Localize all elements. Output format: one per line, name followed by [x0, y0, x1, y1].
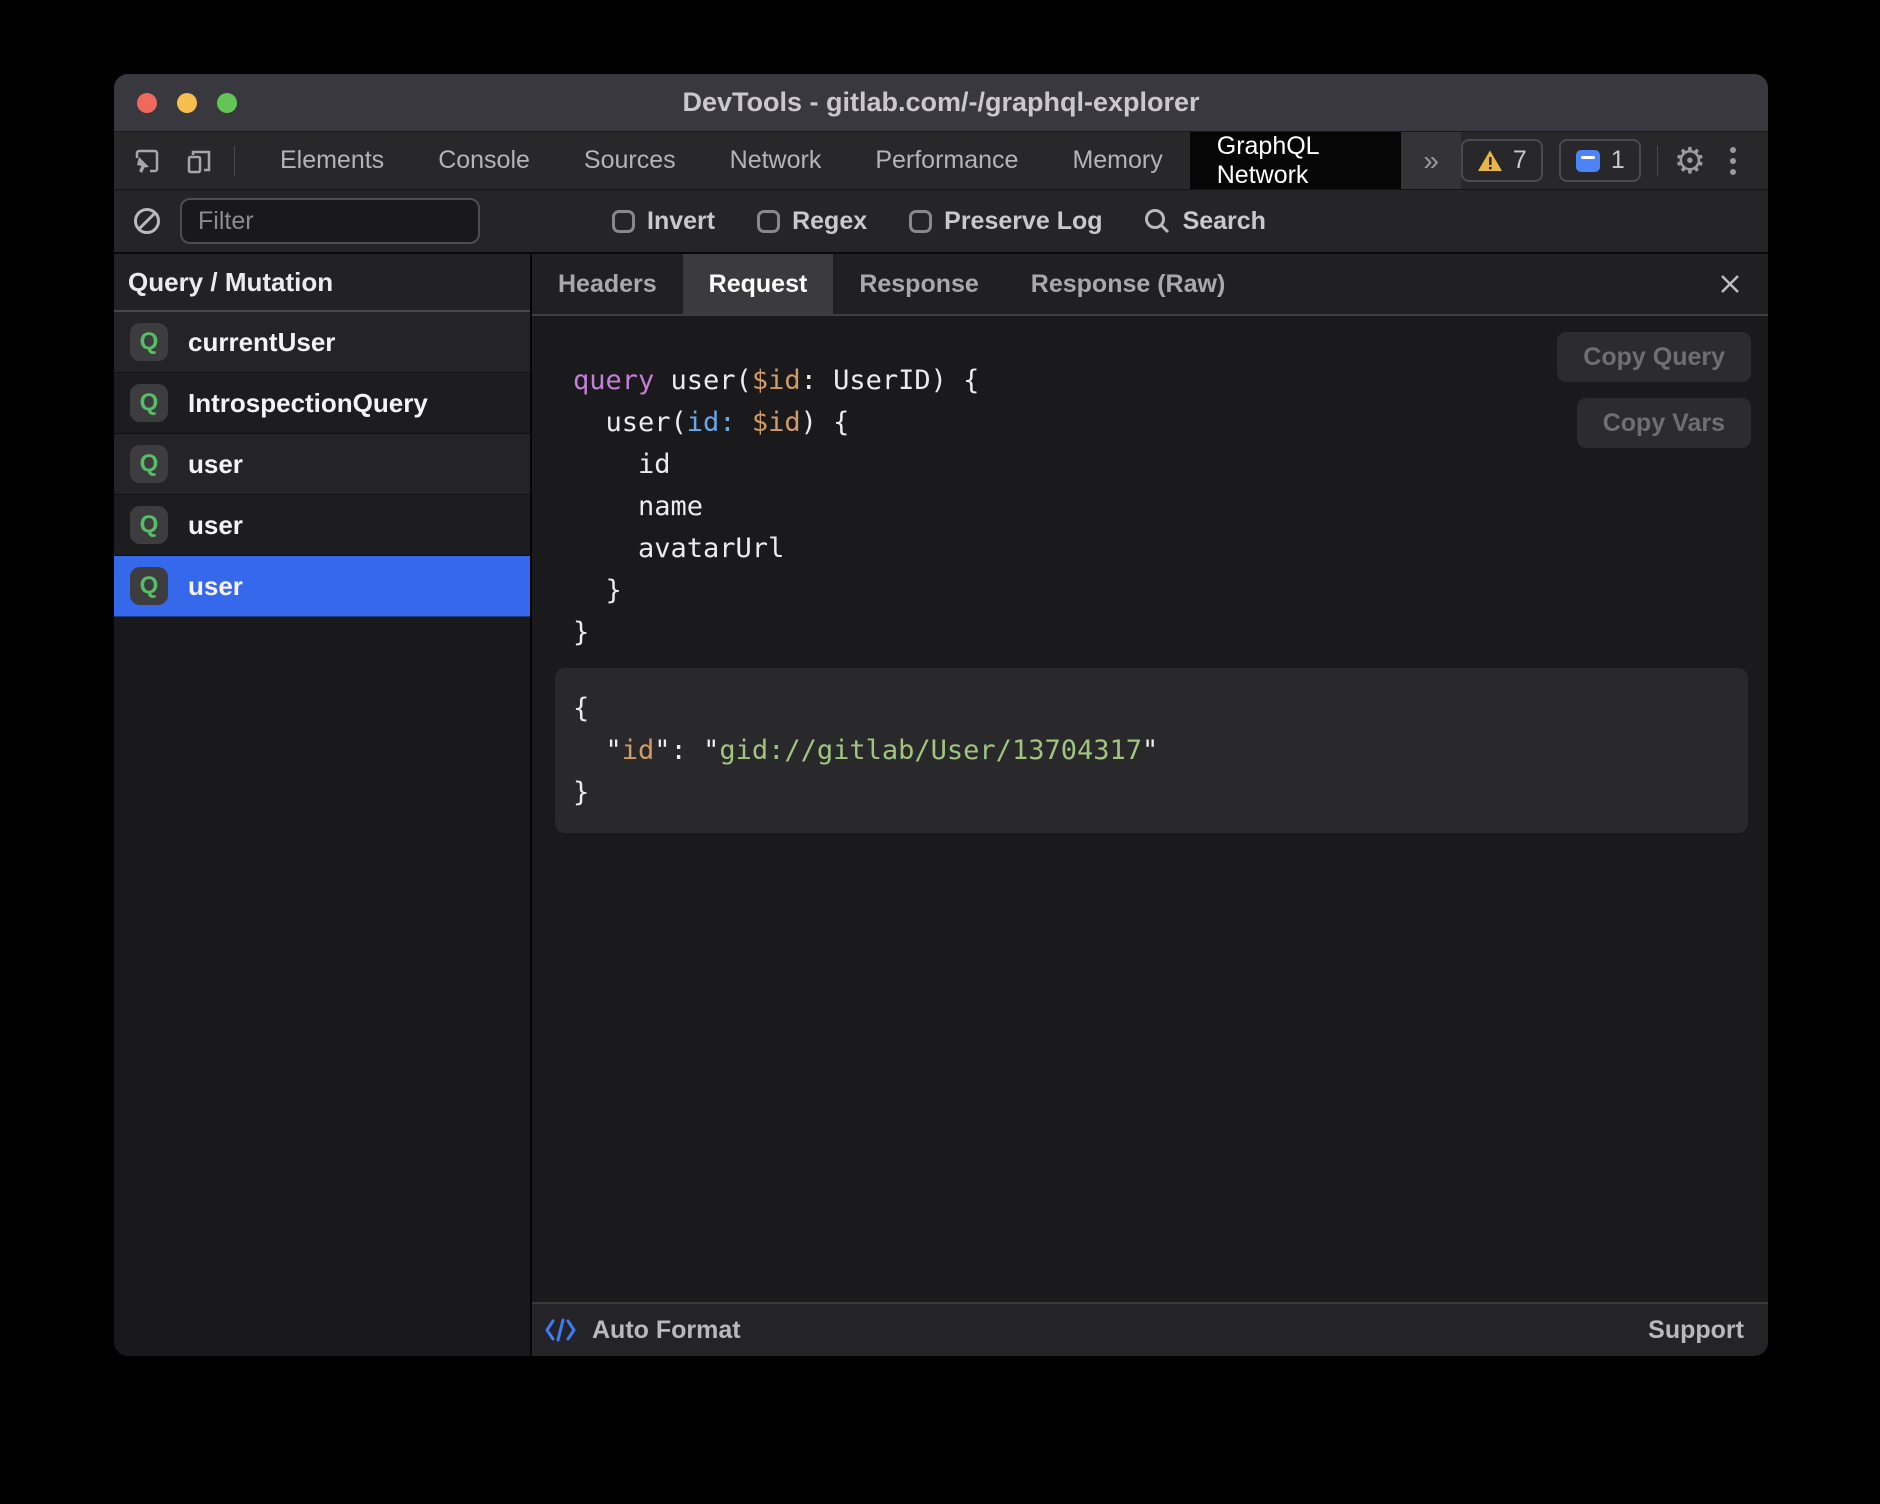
- issues-count: 1: [1611, 146, 1625, 175]
- close-icon: [1718, 272, 1742, 296]
- query-name-label: currentUser: [188, 327, 335, 358]
- preserve-log-checkbox-group[interactable]: Preserve Log: [909, 207, 1102, 236]
- regex-checkbox-group[interactable]: Regex: [757, 207, 867, 236]
- tab-sources[interactable]: Sources: [557, 132, 703, 189]
- query-sidebar: Query / Mutation QcurrentUserQIntrospect…: [114, 254, 532, 1356]
- query-type-badge: Q: [130, 384, 168, 422]
- screen-background: DevTools - gitlab.com/-/graphql-explorer: [0, 0, 1880, 1504]
- inspect-cursor-icon: [131, 145, 163, 177]
- device-toolbar-button[interactable]: [178, 140, 220, 182]
- code-line: }: [573, 772, 1748, 814]
- close-panel-button[interactable]: [1718, 254, 1768, 314]
- settings-gear-button[interactable]: ⚙: [1674, 143, 1706, 179]
- regex-label: Regex: [792, 207, 867, 236]
- console-warnings-badge[interactable]: 7: [1461, 139, 1543, 182]
- query-type-badge: Q: [130, 445, 168, 483]
- warning-count: 7: [1513, 146, 1527, 175]
- tab-response-raw[interactable]: Response (Raw): [1005, 254, 1251, 314]
- more-tabs-button[interactable]: »: [1401, 132, 1461, 189]
- copy-buttons: Copy Query Copy Vars: [1557, 332, 1751, 448]
- block-clear-icon: [132, 206, 162, 236]
- invert-checkbox-group[interactable]: Invert: [612, 207, 715, 236]
- panel-tab-bar: Headers Request Response Response (Raw): [532, 254, 1768, 316]
- request-body: query user($id: UserID) { user(id: $id) …: [532, 316, 1768, 1302]
- query-name-label: user: [188, 571, 243, 602]
- code-line: id: [573, 444, 1768, 486]
- issues-badge[interactable]: 1: [1559, 139, 1641, 182]
- warning-icon: [1477, 149, 1503, 173]
- clear-requests-button[interactable]: [126, 200, 168, 242]
- query-name-label: user: [188, 510, 243, 541]
- devtools-tabs: Elements Console Sources Network Perform…: [253, 132, 1461, 189]
- query-list: QcurrentUserQIntrospectionQueryQuserQuse…: [114, 312, 530, 617]
- tab-memory[interactable]: Memory: [1045, 132, 1189, 189]
- inspect-element-button[interactable]: [126, 140, 168, 182]
- query-list-item[interactable]: QcurrentUser: [114, 312, 530, 373]
- tab-request[interactable]: Request: [683, 254, 834, 314]
- network-filter-bar: Invert Regex Preserve Log Search: [114, 190, 1768, 254]
- preserve-log-checkbox[interactable]: [909, 210, 932, 233]
- devtools-toolbar: Elements Console Sources Network Perform…: [114, 132, 1768, 190]
- search-icon: [1143, 207, 1171, 235]
- query-type-badge: Q: [130, 323, 168, 361]
- copy-query-button[interactable]: Copy Query: [1557, 332, 1751, 382]
- preserve-log-label: Preserve Log: [944, 207, 1102, 236]
- auto-format-label: Auto Format: [592, 1316, 741, 1345]
- window-title: DevTools - gitlab.com/-/graphql-explorer: [114, 87, 1768, 118]
- query-list-item[interactable]: Quser: [114, 434, 530, 495]
- toolbar-right-controls: 7 1 ⚙: [1461, 132, 1768, 189]
- panel-footer: Auto Format Support: [532, 1302, 1768, 1356]
- tab-elements[interactable]: Elements: [253, 132, 411, 189]
- query-list-item[interactable]: Q IntrospectionQuery: [114, 373, 530, 434]
- copy-vars-button[interactable]: Copy Vars: [1577, 398, 1751, 448]
- tab-performance[interactable]: Performance: [848, 132, 1045, 189]
- main-split: Query / Mutation QcurrentUserQIntrospect…: [114, 254, 1768, 1356]
- code-line: "id": "gid://gitlab/User/13704317": [573, 730, 1748, 772]
- support-link[interactable]: Support: [1648, 1316, 1744, 1345]
- query-list-item[interactable]: Quser: [114, 495, 530, 556]
- overflow-menu-button[interactable]: [1722, 143, 1744, 179]
- tab-response[interactable]: Response: [833, 254, 1004, 314]
- query-name-label: user: [188, 449, 243, 480]
- tab-console[interactable]: Console: [411, 132, 557, 189]
- tab-graphql-network[interactable]: GraphQL Network: [1190, 132, 1402, 189]
- code-line: avatarUrl: [573, 528, 1768, 570]
- code-line: {: [573, 688, 1748, 730]
- invert-label: Invert: [647, 207, 715, 236]
- search-label: Search: [1183, 207, 1266, 236]
- query-name-label: IntrospectionQuery: [188, 388, 428, 419]
- toolbar-icon-group: [114, 132, 234, 189]
- filter-input[interactable]: [180, 198, 480, 244]
- code-brackets-icon: [544, 1317, 578, 1343]
- titlebar: DevTools - gitlab.com/-/graphql-explorer: [114, 74, 1768, 132]
- regex-checkbox[interactable]: [757, 210, 780, 233]
- request-panel: Headers Request Response Response (Raw) …: [532, 254, 1768, 1356]
- query-type-badge: Q: [130, 506, 168, 544]
- device-toggle-icon: [183, 145, 215, 177]
- devtools-window: DevTools - gitlab.com/-/graphql-explorer: [114, 74, 1768, 1356]
- query-type-badge: Q: [130, 567, 168, 605]
- graphql-variables-code: { "id": "gid://gitlab/User/13704317"}: [573, 688, 1748, 814]
- variables-box: { "id": "gid://gitlab/User/13704317"}: [555, 668, 1748, 833]
- query-list-item[interactable]: Quser: [114, 556, 530, 617]
- code-line: }: [573, 570, 1768, 612]
- tab-network[interactable]: Network: [703, 132, 849, 189]
- auto-format-button[interactable]: Auto Format: [544, 1316, 741, 1345]
- code-line: }: [573, 612, 1768, 654]
- sidebar-header: Query / Mutation: [114, 254, 530, 312]
- tab-headers[interactable]: Headers: [532, 254, 683, 314]
- toolbar-separator: [1657, 146, 1658, 176]
- code-line: name: [573, 486, 1768, 528]
- search-toggle[interactable]: Search: [1143, 207, 1266, 236]
- toolbar-separator: [234, 146, 235, 176]
- message-icon: [1575, 149, 1601, 173]
- invert-checkbox[interactable]: [612, 210, 635, 233]
